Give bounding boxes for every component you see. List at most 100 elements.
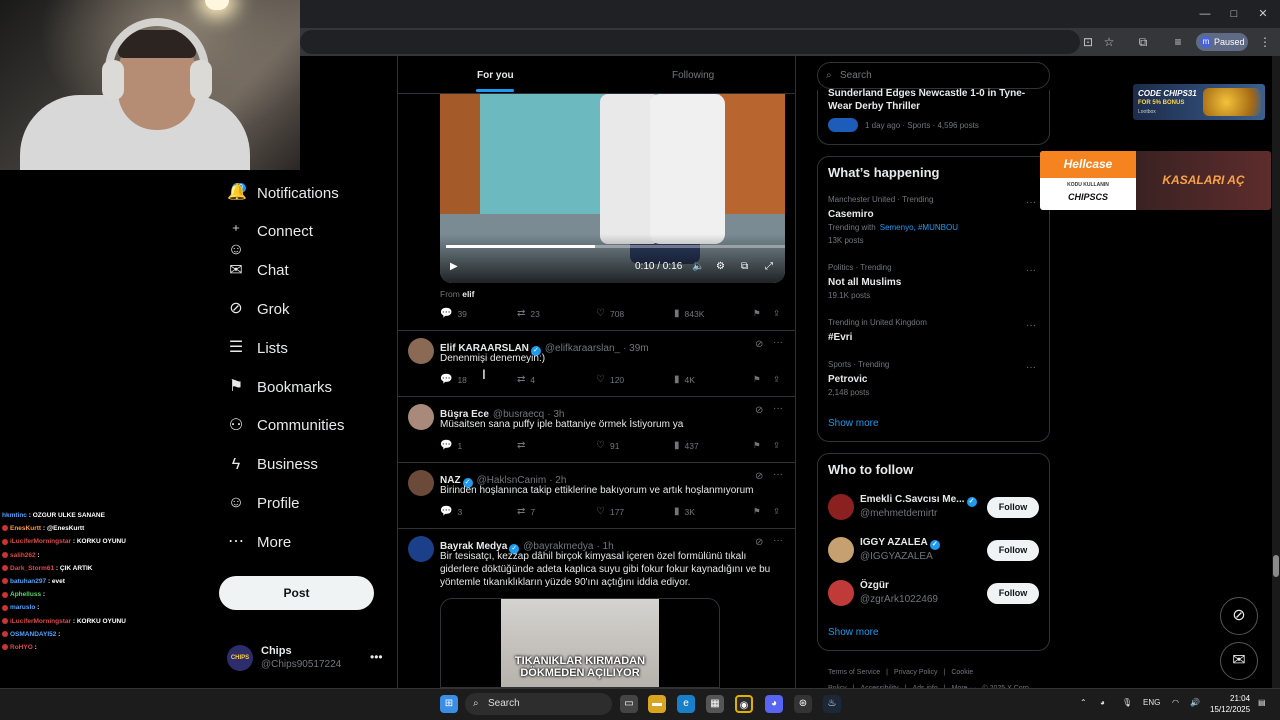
follow-avatar[interactable] — [828, 537, 854, 563]
follow-avatar[interactable] — [828, 580, 854, 606]
tab-following[interactable]: Following — [672, 70, 714, 81]
nav-item-grok[interactable]: ⊘ Grok — [227, 294, 397, 324]
clock-time[interactable]: 21:04 — [1230, 694, 1250, 703]
clock-date[interactable]: 15/12/2025 — [1210, 705, 1250, 714]
account-more-icon[interactable]: ••• — [370, 650, 383, 664]
chrome-icon[interactable]: ◉ — [735, 695, 753, 713]
language-indicator[interactable]: ENG — [1143, 698, 1160, 707]
repost-button[interactable]: ⇄ 4 — [517, 374, 535, 385]
trends-show-more-link[interactable]: Show more — [828, 418, 879, 429]
news-title[interactable]: Sunderland Edges Newcastle 1-0 in Tyne-W… — [828, 87, 1038, 113]
extensions-icon[interactable]: ⧉ — [1135, 34, 1151, 50]
grok-fab-icon[interactable]: ⊘ — [1220, 597, 1258, 635]
fullscreen-icon[interactable]: ⤢ — [765, 261, 773, 272]
app-icon[interactable]: ⊛ — [794, 695, 812, 713]
follow-button[interactable]: Follow — [987, 497, 1039, 518]
repost-button[interactable]: ⇄ 23 — [517, 308, 540, 319]
follow-name[interactable]: Özgür — [860, 580, 889, 591]
tray-mic-icon[interactable]: 🎙 — [1122, 698, 1132, 707]
maximize-button[interactable]: □ — [1224, 6, 1244, 22]
tray-discord-icon[interactable]: ◕ — [1100, 698, 1105, 707]
from-user-link[interactable]: elif — [462, 289, 474, 299]
footer-link[interactable]: Terms of Service — [828, 669, 880, 676]
follow-name[interactable]: Emekli C.Savcısı Me... — [860, 494, 965, 505]
grok-explain-icon[interactable]: ⊘ — [755, 405, 763, 416]
tweet-more-icon[interactable]: ··· — [773, 535, 783, 546]
views-button[interactable]: ▮ 3K — [674, 506, 695, 517]
tweet-more-icon[interactable]: ··· — [773, 403, 783, 414]
edge-icon[interactable]: e — [677, 695, 695, 713]
share-icon[interactable]: ⇪ — [773, 308, 780, 319]
trend-name[interactable]: Casemiro — [828, 209, 874, 220]
follow-button[interactable]: Follow — [987, 540, 1039, 561]
volume-icon[interactable]: 🔈 — [692, 261, 704, 272]
nav-item-communities[interactable]: ⚇ Communities — [227, 411, 397, 441]
tweet-more-icon[interactable]: ··· — [773, 469, 783, 480]
repost-button[interactable]: ⇄ 7 — [517, 506, 535, 517]
address-bar[interactable] — [300, 30, 1080, 54]
bookmark-tweet-icon[interactable]: ⚑ — [753, 308, 761, 319]
views-button[interactable]: ▮ 843K — [674, 308, 704, 319]
bookmark-tweet-icon[interactable]: ⚑ — [753, 440, 761, 451]
bookmark-tweet-icon[interactable]: ⚑ — [753, 506, 761, 517]
tweet-avatar[interactable] — [408, 536, 434, 562]
share-icon[interactable]: ⇪ — [773, 440, 780, 451]
trend-name[interactable]: Not all Muslims — [828, 277, 901, 288]
like-button[interactable]: ♡ 91 — [596, 440, 619, 451]
volume-tray-icon[interactable]: 🔊 — [1190, 698, 1200, 707]
views-button[interactable]: ▮ 437 — [674, 440, 699, 451]
settings-gear-icon[interactable]: ⚙ — [716, 261, 725, 272]
tweet-avatar[interactable] — [408, 470, 434, 496]
hellcase-ad[interactable]: Hellcase KODU KULLANIN CHIPSCS KASALARI … — [1040, 151, 1271, 210]
nav-item-lists[interactable]: ☰ Lists — [227, 333, 397, 363]
trend-name[interactable]: Petrovic — [828, 374, 867, 385]
pip-icon[interactable]: ⧉ — [741, 261, 748, 272]
steam-icon[interactable]: ♨ — [823, 695, 841, 713]
start-icon[interactable]: ⊞ — [440, 695, 458, 713]
profile-paused-button[interactable]: m Paused — [1196, 33, 1248, 51]
tray-chevron-icon[interactable]: ⌃ — [1080, 698, 1087, 707]
grok-explain-icon[interactable]: ⊘ — [755, 537, 763, 548]
tweet-avatar[interactable] — [408, 338, 434, 364]
follow-show-more-link[interactable]: Show more — [828, 627, 879, 638]
post-button[interactable]: Post — [219, 576, 374, 610]
nav-item-bookmarks[interactable]: ⚑ Bookmarks — [227, 372, 397, 402]
trend-more-icon[interactable]: ··· — [1026, 197, 1036, 208]
store-icon[interactable]: ▦ — [706, 695, 724, 713]
minimize-button[interactable]: — — [1195, 6, 1215, 22]
nav-item-chat[interactable]: ✉ Chat — [227, 256, 397, 286]
nav-item-more[interactable]: ⋯ More — [227, 527, 397, 557]
play-icon[interactable]: ▶ — [450, 261, 458, 272]
bookmark-tweet-icon[interactable]: ⚑ — [753, 374, 761, 385]
footer-link[interactable]: Privacy Policy — [894, 669, 938, 676]
trend-more-icon[interactable]: ··· — [1026, 265, 1036, 276]
browser-menu-icon[interactable]: ⋮ — [1257, 34, 1273, 50]
nav-item-notifications[interactable]: 🔔 Notifications — [227, 178, 397, 208]
reply-button[interactable]: 💬 3 — [440, 506, 462, 517]
like-button[interactable]: ♡ 177 — [596, 506, 624, 517]
grok-explain-icon[interactable]: ⊘ — [755, 339, 763, 350]
tweet-more-icon[interactable]: ··· — [773, 337, 783, 348]
messages-fab-icon[interactable]: ✉ — [1220, 642, 1258, 680]
reply-button[interactable]: 💬 1 — [440, 440, 462, 451]
grok-explain-icon[interactable]: ⊘ — [755, 471, 763, 482]
taskbar-search[interactable]: ⌕ Search — [465, 693, 612, 715]
discord-icon[interactable]: ◕ — [765, 695, 783, 713]
follow-button[interactable]: Follow — [987, 583, 1039, 604]
reading-list-icon[interactable]: ≡ — [1170, 34, 1186, 50]
install-app-icon[interactable]: ⊡ — [1080, 34, 1096, 50]
task-view-icon[interactable]: ▭ — [620, 695, 638, 713]
follow-name[interactable]: IGGY AZALEA — [860, 537, 928, 548]
bookmark-star-icon[interactable]: ☆ — [1101, 34, 1117, 50]
tab-for-you[interactable]: For you — [477, 70, 514, 81]
nav-item-connect[interactable]: ⁺☺ Connect — [227, 217, 397, 258]
search-input[interactable]: ⌕ Search — [817, 62, 1050, 89]
nav-item-profile[interactable]: ☺ Profile — [227, 488, 397, 518]
reply-button[interactable]: 💬 39 — [440, 308, 467, 319]
account-name[interactable]: Chips — [261, 645, 292, 657]
like-button[interactable]: ♡ 708 — [596, 308, 624, 319]
repost-button[interactable]: ⇄ — [517, 440, 530, 451]
trend-more-icon[interactable]: ··· — [1026, 320, 1036, 331]
page-scrollbar[interactable] — [1272, 56, 1280, 688]
trend-more-icon[interactable]: ··· — [1026, 362, 1036, 373]
